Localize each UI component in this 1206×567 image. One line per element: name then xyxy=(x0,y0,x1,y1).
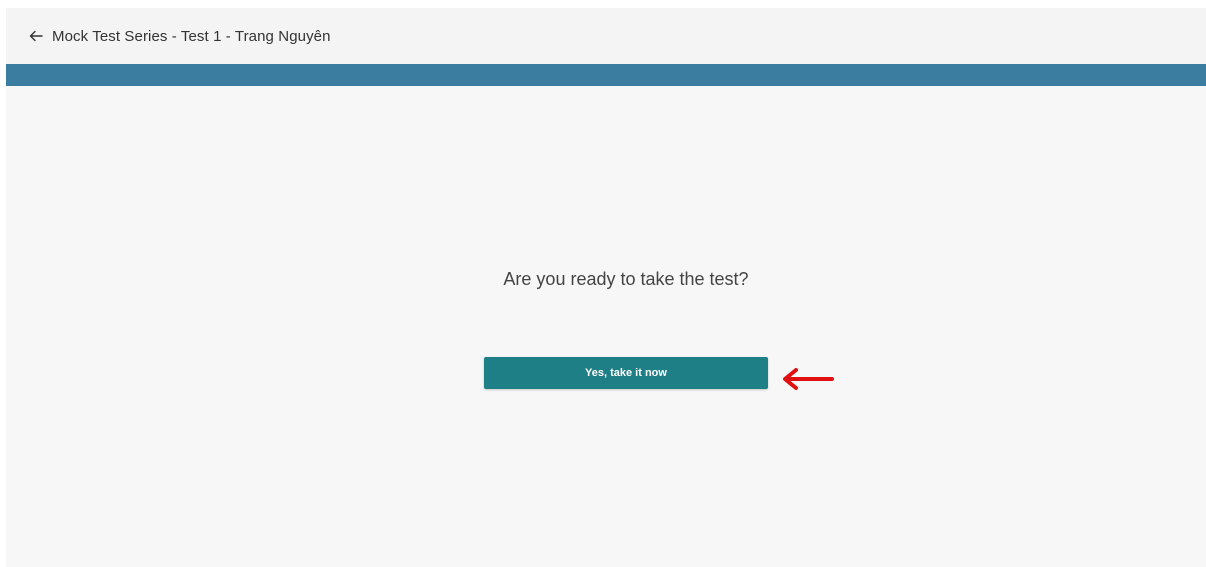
arrow-left-icon xyxy=(28,28,44,44)
app-window: Mock Test Series - Test 1 - Trang Nguyên… xyxy=(6,8,1206,567)
start-test-button[interactable]: Yes, take it now xyxy=(484,357,768,389)
page-title: Mock Test Series - Test 1 - Trang Nguyên xyxy=(52,27,331,45)
main-content: Are you ready to take the test? Yes, tak… xyxy=(6,86,1206,567)
ready-prompt: Are you ready to take the test? xyxy=(503,269,749,289)
back-button[interactable] xyxy=(28,28,44,44)
annotation-arrow-icon xyxy=(776,365,836,395)
header-accent-bar xyxy=(6,64,1206,86)
top-bar: Mock Test Series - Test 1 - Trang Nguyên xyxy=(6,8,1206,64)
